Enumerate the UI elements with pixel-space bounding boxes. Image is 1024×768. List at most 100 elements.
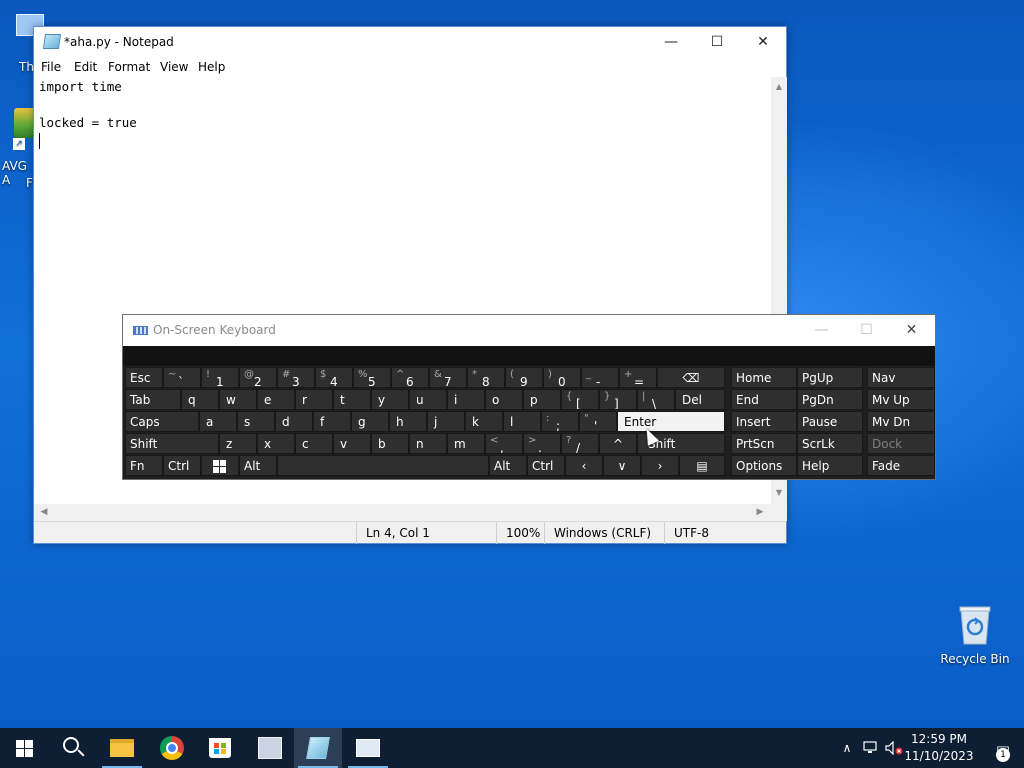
key-alt-left[interactable]: Alt (239, 455, 277, 476)
key-help[interactable]: Help (797, 455, 863, 476)
scroll-right-icon[interactable]: ▶ (752, 504, 768, 521)
key-6[interactable]: ^ 6 (391, 367, 429, 388)
key-equals[interactable]: + = (619, 367, 657, 388)
taskbar-notepad[interactable] (294, 728, 342, 768)
key-9[interactable]: (9 (505, 367, 543, 388)
taskbar-chrome[interactable] (148, 728, 196, 768)
scroll-down-icon[interactable]: ▼ (771, 485, 787, 501)
key-8[interactable]: * 8 (467, 367, 505, 388)
desktop-icon-recycle-bin[interactable]: Recycle Bin (940, 600, 1010, 672)
close-button[interactable]: ✕ (889, 315, 934, 346)
key-7[interactable]: & 7 (429, 367, 467, 388)
key-w[interactable]: w (219, 389, 257, 410)
key-caps[interactable]: Caps (125, 411, 199, 432)
taskbar-store[interactable] (196, 728, 244, 768)
key-space[interactable] (277, 455, 489, 476)
taskbar-control-panel[interactable] (246, 728, 294, 768)
key-g[interactable]: g (351, 411, 389, 432)
key-end[interactable]: End (731, 389, 797, 410)
key-home[interactable]: Home (731, 367, 797, 388)
key-f[interactable]: f (313, 411, 351, 432)
desktop-icon-avg[interactable]: ↗ AVG A F (0, 104, 36, 194)
menu-help[interactable]: Help (198, 60, 225, 74)
key-e[interactable]: e (257, 389, 295, 410)
menu-view[interactable]: View (160, 60, 188, 74)
key-1[interactable]: ! 1 (201, 367, 239, 388)
key-pgdn[interactable]: PgDn (797, 389, 863, 410)
key-options[interactable]: Options (731, 455, 797, 476)
key-c[interactable]: c (295, 433, 333, 454)
menu-edit[interactable]: Edit (74, 60, 97, 74)
key-alt-right[interactable]: Alt (489, 455, 527, 476)
key-period[interactable]: >. (523, 433, 561, 454)
key-t[interactable]: t (333, 389, 371, 410)
key-arrow-down[interactable]: ∨ (603, 455, 641, 476)
key-j[interactable]: j (427, 411, 465, 432)
start-button[interactable] (0, 728, 48, 768)
key-prtscn[interactable]: PrtScn (731, 433, 797, 454)
key-ctrl-left[interactable]: Ctrl (163, 455, 201, 476)
key-l[interactable]: l (503, 411, 541, 432)
key-scrlk[interactable]: ScrLk (797, 433, 863, 454)
key-o[interactable]: o (485, 389, 523, 410)
key-3[interactable]: #3 (277, 367, 315, 388)
key-comma[interactable]: <, (485, 433, 523, 454)
key-v[interactable]: v (333, 433, 371, 454)
show-hidden-icons-button[interactable]: ∧ (838, 728, 856, 768)
scroll-up-icon[interactable]: ▲ (771, 79, 787, 95)
key-i[interactable]: i (447, 389, 485, 410)
key-arrow-up[interactable]: ^ (599, 433, 637, 454)
maximize-button[interactable]: ☐ (844, 315, 889, 346)
key-x[interactable]: x (257, 433, 295, 454)
key-insert[interactable]: Insert (731, 411, 797, 432)
system-clock[interactable]: 12:59 PM 11/10/2023 (904, 731, 974, 765)
key-0[interactable]: ) 0 (543, 367, 581, 388)
key-nav[interactable]: Nav (867, 367, 935, 388)
key-y[interactable]: y (371, 389, 409, 410)
key-menu[interactable]: ▤ (679, 455, 725, 476)
key-4[interactable]: $4 (315, 367, 353, 388)
taskbar-file-explorer[interactable] (98, 728, 146, 768)
key-pgup[interactable]: PgUp (797, 367, 863, 388)
minimize-button[interactable]: — (799, 315, 844, 346)
key-d[interactable]: d (275, 411, 313, 432)
network-icon[interactable] (862, 728, 880, 768)
key-fade[interactable]: Fade (867, 455, 935, 476)
menu-format[interactable]: Format (108, 60, 150, 74)
notepad-title-bar[interactable]: *aha.py - Notepad — ☐ ✕ (34, 27, 786, 57)
key-2[interactable]: @2 (239, 367, 277, 388)
key-q[interactable]: q (181, 389, 219, 410)
key-backspace[interactable]: ⌫ (657, 367, 725, 388)
key-k[interactable]: k (465, 411, 503, 432)
minimize-button[interactable]: — (648, 27, 694, 57)
key-backslash[interactable]: | \ (637, 389, 675, 410)
osk-title-bar[interactable]: On-Screen Keyboard — ☐ ✕ (123, 315, 935, 346)
key-mv-dn[interactable]: Mv Dn (867, 411, 935, 432)
key-h[interactable]: h (389, 411, 427, 432)
maximize-button[interactable]: ☐ (694, 27, 740, 57)
search-button[interactable] (48, 728, 96, 768)
taskbar-on-screen-keyboard[interactable] (344, 728, 392, 768)
key-s[interactable]: s (237, 411, 275, 432)
key-z[interactable]: z (219, 433, 257, 454)
key-dock[interactable]: Dock (867, 433, 935, 454)
key-quote[interactable]: " ' (579, 411, 617, 432)
key-b[interactable]: b (371, 433, 409, 454)
key-m[interactable]: m (447, 433, 485, 454)
key-n[interactable]: n (409, 433, 447, 454)
key-minus[interactable]: _ - (581, 367, 619, 388)
volume-muted-icon[interactable] (884, 728, 904, 768)
key-arrow-left[interactable]: ‹ (565, 455, 603, 476)
key-p[interactable]: p (523, 389, 561, 410)
scroll-left-icon[interactable]: ◀ (36, 504, 52, 521)
key-del[interactable]: Del (675, 389, 725, 410)
key-enter[interactable]: Enter (617, 411, 725, 432)
close-button[interactable]: ✕ (740, 27, 786, 57)
desktop-icon-this-pc[interactable]: Th (0, 8, 44, 78)
menu-file[interactable]: File (41, 60, 61, 74)
key-ctrl-right[interactable]: Ctrl (527, 455, 565, 476)
key-shift-left[interactable]: Shift (125, 433, 219, 454)
key-r[interactable]: r (295, 389, 333, 410)
key-open-bracket[interactable]: {[ (561, 389, 599, 410)
key-slash[interactable]: ? / (561, 433, 599, 454)
